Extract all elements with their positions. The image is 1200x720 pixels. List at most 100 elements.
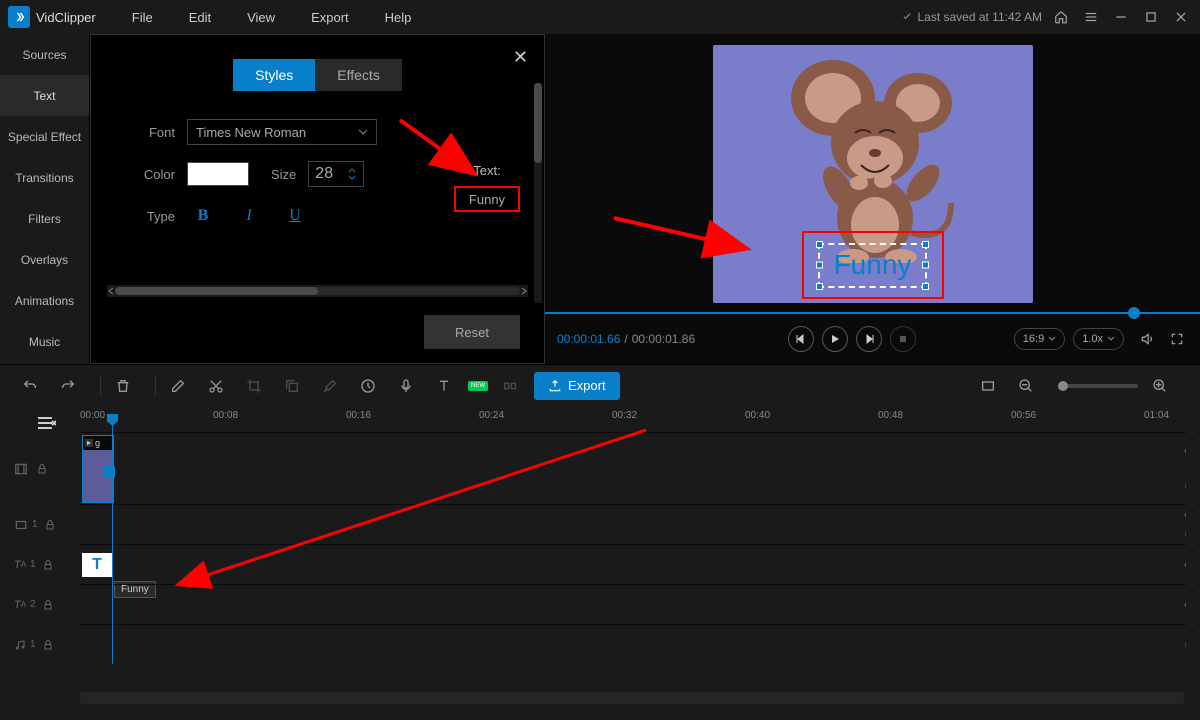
menu-view[interactable]: View: [247, 10, 275, 25]
lock-icon[interactable]: [36, 463, 48, 475]
crop-button[interactable]: [240, 372, 268, 400]
type-label: Type: [119, 209, 175, 224]
preview-progress[interactable]: [545, 312, 1200, 314]
text-clip[interactable]: T: [82, 553, 112, 577]
app-logo: [8, 6, 30, 28]
sidebar-item-special-effect[interactable]: Special Effect: [0, 116, 89, 157]
edit-button[interactable]: [164, 372, 192, 400]
sidebar-item-animations[interactable]: Animations: [0, 280, 89, 321]
cut-button[interactable]: [202, 372, 230, 400]
timeline-ruler[interactable]: 00:00 00:08 00:16 00:24 00:32 00:40 00:4…: [80, 406, 1200, 432]
color-picker[interactable]: [187, 162, 249, 186]
sidebar-item-music[interactable]: Music: [0, 321, 89, 362]
sidebar-item-overlays[interactable]: Overlays: [0, 239, 89, 280]
playback-speed-select[interactable]: 1.0x: [1073, 328, 1124, 350]
scissors-icon[interactable]: [103, 466, 115, 478]
overlay-track-1[interactable]: 1: [80, 504, 1200, 544]
text-overlay-selection[interactable]: Funny: [802, 231, 944, 299]
app-name: VidClipper: [36, 10, 96, 25]
fullscreen-icon[interactable]: [1166, 328, 1188, 350]
menu-help[interactable]: Help: [385, 10, 412, 25]
bold-button[interactable]: B: [187, 203, 219, 229]
chevron-down-icon: [358, 127, 368, 137]
titlebar: VidClipper File Edit View Export Help La…: [0, 0, 1200, 34]
transition-tool-button[interactable]: [496, 372, 524, 400]
text-field-label: Text:: [454, 163, 520, 178]
menu-file[interactable]: File: [132, 10, 153, 25]
layer-icon: [14, 518, 28, 532]
lock-icon[interactable]: [44, 519, 56, 531]
size-label: Size: [271, 167, 296, 182]
text-track-1[interactable]: TA 1 T Funny: [80, 544, 1200, 584]
font-label: Font: [119, 125, 175, 140]
panel-close-icon[interactable]: ✕: [513, 47, 528, 68]
home-icon[interactable]: [1050, 6, 1072, 28]
save-status: Last saved at 11:42 AM: [901, 10, 1042, 24]
time-separator: /: [624, 332, 627, 346]
text-input[interactable]: Funny: [454, 186, 520, 212]
delete-button[interactable]: [109, 372, 137, 400]
tab-styles[interactable]: Styles: [233, 59, 315, 91]
panel-vscrollbar[interactable]: [534, 83, 542, 303]
timeline: 00:00 00:08 00:16 00:24 00:32 00:40 00:4…: [0, 406, 1200, 706]
fit-button[interactable]: [974, 372, 1002, 400]
sidebar: Sources Text Special Effect Transitions …: [0, 34, 90, 364]
video-clip[interactable]: g: [82, 435, 114, 503]
time-current: 00:00:01.66: [557, 332, 620, 346]
time-total: 00:00:01.86: [632, 332, 695, 346]
stop-button[interactable]: [890, 326, 916, 352]
playhead[interactable]: [112, 422, 113, 664]
undo-button[interactable]: [16, 372, 44, 400]
track-options-icon[interactable]: [38, 416, 56, 430]
aspect-ratio-select[interactable]: 16:9: [1014, 328, 1065, 350]
copy-button[interactable]: [278, 372, 306, 400]
export-button[interactable]: Export: [534, 372, 620, 400]
music-track-1[interactable]: 1: [80, 624, 1200, 664]
tab-effects[interactable]: Effects: [315, 59, 402, 91]
clock-button[interactable]: [354, 372, 382, 400]
stepper-arrows-icon: [347, 167, 357, 181]
zoom-in-button[interactable]: [1146, 372, 1174, 400]
italic-button[interactable]: I: [233, 203, 265, 229]
preview-pane: Funny 00:00:01.66 / 00:00:01.86 16:9 1.0…: [545, 34, 1200, 364]
text-track-2[interactable]: TA 2: [80, 584, 1200, 624]
minimize-icon[interactable]: [1110, 6, 1132, 28]
text-styles-panel: ✕ Styles Effects Font Times New Roman Co…: [90, 34, 545, 364]
sidebar-item-transitions[interactable]: Transitions: [0, 157, 89, 198]
size-stepper[interactable]: 28: [308, 161, 364, 187]
redo-button[interactable]: [54, 372, 82, 400]
timeline-vscrollbar[interactable]: [1186, 432, 1198, 688]
reset-button[interactable]: Reset: [424, 315, 520, 349]
zoom-out-button[interactable]: [1012, 372, 1040, 400]
timeline-hscrollbar[interactable]: [80, 692, 1184, 704]
volume-icon[interactable]: [1136, 328, 1158, 350]
video-track[interactable]: g: [80, 432, 1200, 504]
video-canvas[interactable]: Funny: [545, 34, 1200, 314]
panel-hscrollbar[interactable]: [107, 285, 528, 297]
menu-export[interactable]: Export: [311, 10, 349, 25]
film-icon: [14, 462, 28, 476]
sidebar-item-text[interactable]: Text: [0, 75, 89, 116]
play-button[interactable]: [822, 326, 848, 352]
new-badge: NEW: [468, 381, 488, 391]
prev-frame-button[interactable]: [788, 326, 814, 352]
hamburger-icon[interactable]: [1080, 6, 1102, 28]
close-icon[interactable]: [1170, 6, 1192, 28]
lock-icon[interactable]: [42, 599, 54, 611]
color-label: Color: [119, 167, 175, 182]
sidebar-item-filters[interactable]: Filters: [0, 198, 89, 239]
timeline-toolbar: NEW Export: [0, 364, 1200, 406]
underline-button[interactable]: U: [279, 203, 311, 229]
mic-button[interactable]: [392, 372, 420, 400]
sidebar-item-sources[interactable]: Sources: [0, 34, 89, 75]
text-tool-button[interactable]: [430, 372, 458, 400]
menu-edit[interactable]: Edit: [189, 10, 211, 25]
lock-icon[interactable]: [42, 639, 54, 651]
zoom-slider[interactable]: [1058, 384, 1138, 388]
overlay-text: Funny: [834, 249, 912, 280]
maximize-icon[interactable]: [1140, 6, 1162, 28]
lock-icon[interactable]: [42, 559, 54, 571]
brush-button[interactable]: [316, 372, 344, 400]
next-frame-button[interactable]: [856, 326, 882, 352]
font-dropdown[interactable]: Times New Roman: [187, 119, 377, 145]
